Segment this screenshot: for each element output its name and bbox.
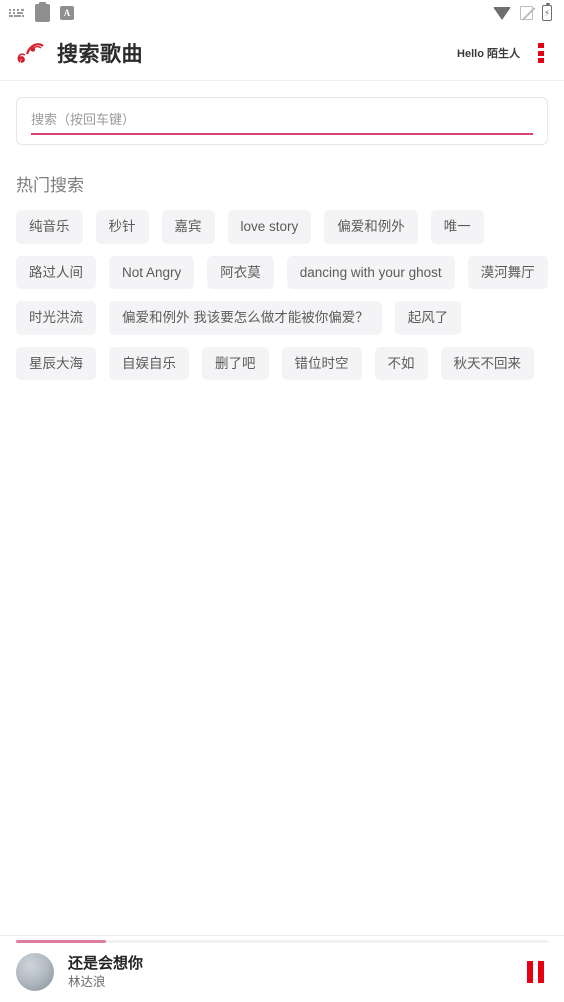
app-header-right: Hello 陌生人	[457, 42, 548, 64]
status-bar-right: ⚡	[493, 2, 556, 21]
hot-search-tag[interactable]: 秋天不回来	[440, 346, 534, 381]
page-title: 搜索歌曲	[57, 42, 143, 66]
hot-search-tag[interactable]: 嘉宾	[161, 210, 215, 244]
status-bar: A ⚡	[0, 0, 564, 26]
battery-bolt-glyph: ⚡	[543, 7, 551, 18]
hot-search-tag[interactable]: 偏爱和例外	[324, 210, 418, 244]
hot-search-tag[interactable]: 错位时空	[281, 346, 362, 381]
hot-search-tag[interactable]: 漠河舞厅	[467, 255, 548, 290]
hot-search-tag[interactable]: 纯音乐	[16, 210, 83, 244]
hot-search-tag[interactable]: 起风了	[394, 301, 462, 335]
hot-search-tag[interactable]: 删了吧	[202, 346, 269, 381]
track-artist: 林达浪	[68, 974, 106, 989]
svg-text:♪: ♪	[19, 58, 22, 64]
hot-search-tag[interactable]: Not Angry	[109, 255, 195, 290]
hot-search-tag[interactable]: 路过人间	[16, 255, 96, 290]
playback-progress-fill	[16, 940, 107, 943]
username-label: 陌生人	[487, 48, 520, 60]
hot-search-tag[interactable]: love story	[227, 210, 312, 244]
mini-player: 还是会想你 林达浪	[0, 935, 564, 1002]
hot-search-tag[interactable]: 唯一	[430, 210, 484, 244]
overflow-menu-icon[interactable]	[534, 42, 548, 64]
app-screen: A ⚡ ♪ 搜索歌曲 Hello 陌生人 搜索（按回车键） 热门搜索 纯音乐 秒…	[0, 0, 564, 1002]
hot-search-tag[interactable]: 自娱自乐	[109, 346, 189, 381]
hot-search-tag[interactable]: 星辰大海	[16, 346, 96, 381]
hot-search-tag[interactable]: 不如	[374, 346, 428, 381]
wifi-icon	[493, 6, 511, 20]
cellular-signal-off-icon	[520, 6, 533, 20]
battery-charging-icon: ⚡	[542, 2, 552, 21]
pause-button[interactable]	[522, 960, 548, 984]
search-input[interactable]	[31, 112, 533, 135]
search-card	[16, 97, 548, 145]
brand[interactable]: ♪ 搜索歌曲	[14, 38, 143, 68]
track-title: 还是会想你	[68, 954, 144, 972]
app-header: ♪ 搜索歌曲 Hello 陌生人	[0, 26, 564, 81]
greeting-prefix: Hello	[457, 48, 484, 60]
app-a-icon: A	[60, 6, 74, 20]
hot-search-tag[interactable]: 偏爱和例外 我该要怎么做才能被你偏爱？	[109, 301, 382, 335]
clipboard-icon	[35, 2, 50, 22]
playback-progress-bar[interactable]	[16, 940, 548, 943]
album-art[interactable]	[16, 953, 54, 991]
greeting-label: Hello 陌生人	[457, 45, 520, 61]
main-content: 热门搜索 纯音乐秒针嘉宾 love story 偏爱和例外唯一路过人间 Not Ang…	[0, 81, 564, 1002]
hot-search-tag[interactable]: 时光洪流	[16, 301, 96, 335]
hot-search-tag[interactable]: 秒针	[95, 210, 149, 244]
status-bar-left: A	[8, 2, 74, 22]
hot-search-tag-list: 纯音乐 秒针 嘉宾 love story 偏爱和例外 唯一路过人间 Not Angry 阿衣莫…	[16, 210, 548, 381]
keyboard-icon	[8, 7, 25, 19]
hot-search-tag[interactable]: dancing with your ghost	[286, 255, 455, 290]
hot-search-heading: 热门搜索	[16, 176, 84, 195]
track-metadata: 还是会想你 林达浪	[68, 955, 143, 990]
music-note-logo-icon: ♪	[14, 38, 48, 68]
mini-player-content: 还是会想你 林达浪	[16, 936, 548, 1002]
hot-search-tag[interactable]: 阿衣莫	[207, 255, 274, 290]
